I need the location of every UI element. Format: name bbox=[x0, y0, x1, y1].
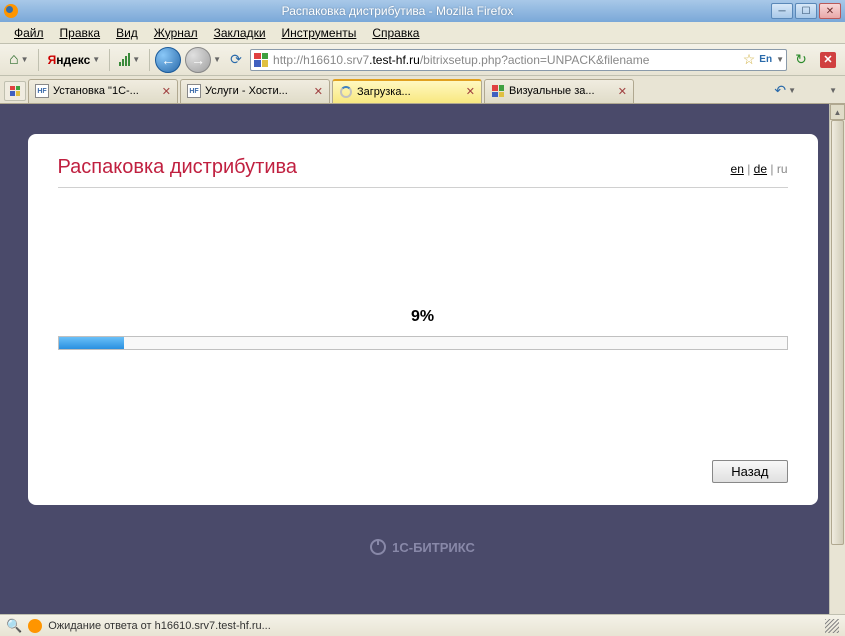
menu-help[interactable]: Справка bbox=[366, 24, 425, 42]
signal-icon bbox=[119, 53, 130, 66]
window-title: Распаковка дистрибутива - Mozilla Firefo… bbox=[24, 4, 771, 18]
back-button[interactable]: Назад bbox=[712, 460, 787, 483]
maximize-button[interactable]: ☐ bbox=[795, 3, 817, 19]
tab-favicon: HF bbox=[187, 84, 201, 98]
undo-icon: ↶ bbox=[774, 82, 786, 99]
reload-button[interactable]: ⟳ bbox=[224, 48, 248, 72]
tab-label: Визуальные за... bbox=[509, 85, 614, 97]
windows-flag-icon bbox=[254, 53, 268, 67]
arrow-refresh-icon: ↻ bbox=[795, 51, 807, 68]
tab-0[interactable]: HF Установка "1С-... ✕ bbox=[28, 79, 178, 103]
go-button[interactable]: ↻ bbox=[789, 48, 813, 72]
tab-favicon: HF bbox=[35, 84, 49, 98]
chevron-down-icon: ▼ bbox=[132, 55, 140, 64]
bookmark-star-icon[interactable]: ☆ bbox=[743, 51, 756, 68]
tabbar: HF Установка "1С-... ✕ HF Услуги - Хости... ✕… bbox=[0, 76, 845, 104]
new-tab-button[interactable] bbox=[4, 81, 26, 101]
divider bbox=[58, 187, 788, 188]
progress-fill bbox=[59, 337, 125, 349]
scroll-thumb[interactable] bbox=[831, 120, 844, 545]
chevron-down-icon[interactable]: ▼ bbox=[829, 86, 837, 95]
firefox-icon bbox=[4, 4, 18, 18]
site-favicon bbox=[253, 52, 269, 68]
menu-bookmarks[interactable]: Закладки bbox=[208, 24, 272, 42]
arrow-right-icon: → bbox=[185, 47, 211, 73]
chevron-down-icon: ▼ bbox=[213, 55, 221, 64]
language-switcher: en | de | ru bbox=[731, 162, 788, 176]
stop-button[interactable]: ✕ bbox=[815, 48, 841, 72]
menu-history[interactable]: Журнал bbox=[148, 24, 204, 42]
tab-history-button[interactable]: ↶ ▼ bbox=[769, 79, 801, 103]
tab-close-icon[interactable]: ✕ bbox=[314, 85, 323, 98]
scroll-up-button[interactable]: ▲ bbox=[830, 104, 845, 120]
grid-icon bbox=[10, 86, 20, 96]
menu-view[interactable]: Вид bbox=[110, 24, 144, 42]
tab-close-icon[interactable]: ✕ bbox=[466, 85, 475, 98]
bitrix-logo-icon bbox=[370, 539, 386, 555]
status-text: Ожидание ответа от h16610.srv7.test-hf.r… bbox=[48, 620, 819, 632]
toolbar: ⌂ ▼ Яндекс ▼ ▼ ← → ▼ ⟳ http://h16610.srv… bbox=[0, 44, 845, 76]
menu-tools[interactable]: Инструменты bbox=[276, 24, 363, 42]
tab-3[interactable]: Визуальные за... ✕ bbox=[484, 79, 634, 103]
search-icon[interactable]: 🔍 bbox=[6, 618, 22, 634]
menu-edit[interactable]: Правка bbox=[54, 24, 107, 42]
separator bbox=[109, 49, 110, 71]
lang-badge[interactable]: En bbox=[759, 54, 772, 65]
tab-favicon bbox=[491, 84, 505, 98]
signal-button[interactable]: ▼ bbox=[114, 48, 145, 72]
firefox-icon[interactable] bbox=[807, 83, 823, 99]
stop-icon: ✕ bbox=[820, 52, 836, 68]
progress-label: 9% bbox=[58, 308, 788, 326]
progress-bar bbox=[58, 336, 788, 350]
page-title: Распаковка дистрибутива bbox=[58, 156, 298, 179]
vertical-scrollbar[interactable]: ▲ ▼ bbox=[829, 104, 845, 636]
arrow-left-icon: ← bbox=[155, 47, 181, 73]
lang-en-link[interactable]: en bbox=[731, 162, 744, 176]
brand-text: 1С-БИТРИКС bbox=[392, 540, 475, 555]
tab-label: Услуги - Хости... bbox=[205, 85, 310, 97]
resize-grip[interactable] bbox=[825, 619, 839, 633]
install-panel: Распаковка дистрибутива en | de | ru 9% … bbox=[28, 134, 818, 505]
tab-label: Загрузка... bbox=[357, 86, 462, 98]
chevron-down-icon: ▼ bbox=[92, 55, 100, 64]
reload-icon: ⟳ bbox=[230, 51, 242, 68]
yandex-button[interactable]: Яндекс ▼ bbox=[43, 48, 106, 72]
home-icon: ⌂ bbox=[9, 51, 19, 69]
close-window-button[interactable]: ✕ bbox=[819, 3, 841, 19]
tab-2[interactable]: Загрузка... ✕ bbox=[332, 79, 482, 103]
chevron-down-icon: ▼ bbox=[21, 55, 29, 64]
lang-de-link[interactable]: de bbox=[754, 162, 767, 176]
minimize-button[interactable]: ─ bbox=[771, 3, 793, 19]
url-bar[interactable]: http://h16610.srv7.test-hf.ru/bitrixsetu… bbox=[250, 49, 787, 71]
menubar: Файл Правка Вид Журнал Закладки Инструме… bbox=[0, 22, 845, 44]
yandex-label: Яндекс bbox=[48, 53, 91, 67]
menu-file[interactable]: Файл bbox=[8, 24, 50, 42]
url-text: http://h16610.srv7.test-hf.ru/bitrixsetu… bbox=[273, 53, 739, 67]
tab-close-icon[interactable]: ✕ bbox=[618, 85, 627, 98]
chevron-down-icon[interactable]: ▼ bbox=[776, 55, 784, 64]
separator bbox=[149, 49, 150, 71]
tab-label: Установка "1С-... bbox=[53, 85, 158, 97]
nav-back-button[interactable]: ← bbox=[154, 48, 182, 72]
home-button[interactable]: ⌂ ▼ bbox=[4, 48, 34, 72]
tab-close-icon[interactable]: ✕ bbox=[162, 85, 171, 98]
window-titlebar: Распаковка дистрибутива - Mozilla Firefo… bbox=[0, 0, 845, 22]
lang-ru-current: ru bbox=[777, 162, 788, 176]
statusbar: 🔍 Ожидание ответа от h16610.srv7.test-hf… bbox=[0, 614, 845, 636]
separator bbox=[38, 49, 39, 71]
chevron-down-icon: ▼ bbox=[788, 86, 796, 95]
tab-favicon bbox=[339, 85, 353, 99]
content-area: Распаковка дистрибутива en | de | ru 9% … bbox=[0, 104, 845, 636]
brand-footer: 1С-БИТРИКС bbox=[370, 525, 475, 569]
tab-1[interactable]: HF Услуги - Хости... ✕ bbox=[180, 79, 330, 103]
nav-forward-button[interactable]: → ▼ bbox=[184, 48, 222, 72]
firefox-small-icon[interactable] bbox=[28, 619, 42, 633]
